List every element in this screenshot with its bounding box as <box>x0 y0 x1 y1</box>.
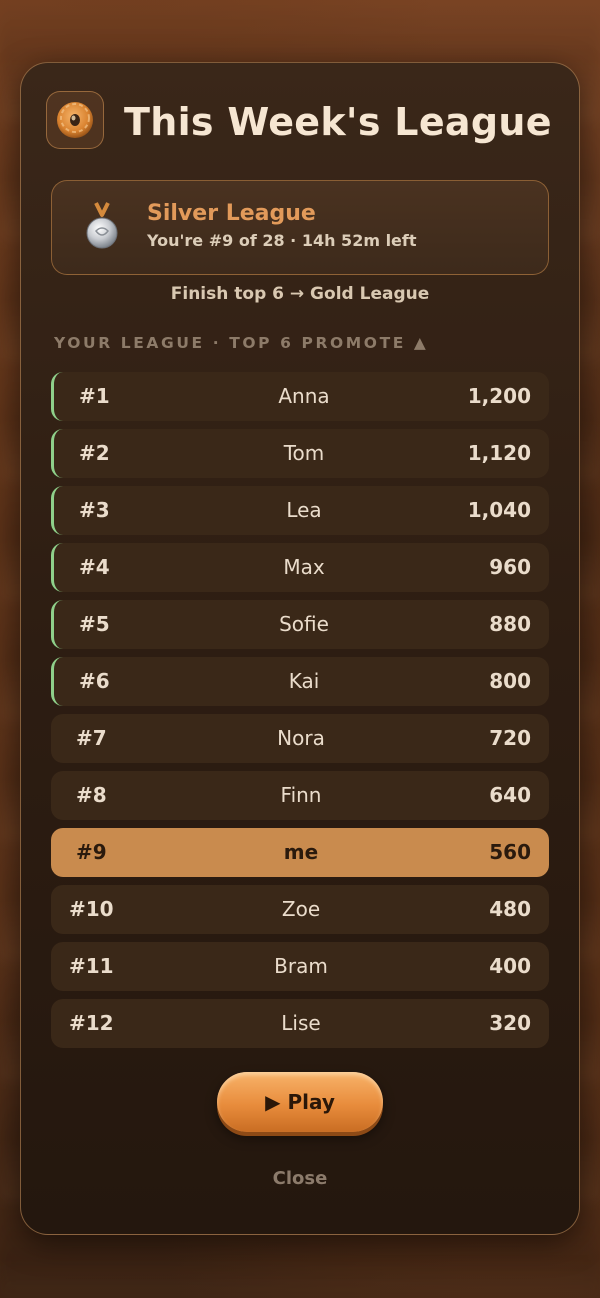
row-score: 800 <box>489 669 531 693</box>
leaderboard-row: #3 Lea 1,040 <box>51 486 549 535</box>
leaderboard-row: #1 Anna 1,200 <box>51 372 549 421</box>
row-rank: #11 <box>69 954 114 978</box>
row-rank: #2 <box>79 441 110 465</box>
row-player-name: Tom <box>283 441 325 465</box>
leaderboard-row: #10 Zoe 480 <box>51 885 549 934</box>
promotion-goal: Finish top 6 → Gold League <box>170 284 430 304</box>
row-score: 640 <box>489 783 531 807</box>
play-button[interactable]: ▶ Play <box>217 1072 383 1132</box>
row-rank: #5 <box>79 612 110 636</box>
row-score: 1,120 <box>467 441 531 465</box>
row-score: 400 <box>489 954 531 978</box>
row-rank: #6 <box>79 669 110 693</box>
row-rank: #3 <box>79 498 110 522</box>
row-player-name: Kai <box>288 669 320 693</box>
row-rank: #10 <box>69 897 114 921</box>
leaderboard-row: #11 Bram 400 <box>51 942 549 991</box>
row-player-name: Anna <box>278 384 330 408</box>
row-player-name: Sofie <box>279 612 329 636</box>
row-score: 480 <box>489 897 531 921</box>
row-rank: #9 <box>76 840 107 864</box>
leaderboard-row: #8 Finn 640 <box>51 771 549 820</box>
row-rank: #12 <box>69 1011 114 1035</box>
league-name: Silver League <box>147 201 316 226</box>
donut-icon <box>57 102 93 138</box>
row-player-name: Finn <box>280 783 322 807</box>
row-score: 320 <box>489 1011 531 1035</box>
leaderboard-row: #7 Nora 720 <box>51 714 549 763</box>
row-score: 1,200 <box>467 384 531 408</box>
row-player-name: Bram <box>274 954 328 978</box>
leaderboard-row: #12 Lise 320 <box>51 999 549 1048</box>
row-score: 1,040 <box>467 498 531 522</box>
league-rank-status: You're #9 of 28 · 14h 52m left <box>147 231 417 250</box>
row-rank: #1 <box>79 384 110 408</box>
row-rank: #4 <box>79 555 110 579</box>
row-player-name: Zoe <box>281 897 321 921</box>
row-score: 560 <box>489 840 531 864</box>
section-heading: YOUR LEAGUE · TOP 6 PROMOTE ▲ <box>54 334 429 352</box>
row-score: 880 <box>489 612 531 636</box>
row-player-name: Lea <box>286 498 322 522</box>
silver-medal-icon <box>86 202 118 249</box>
row-rank: #7 <box>76 726 107 750</box>
row-player-name: Max <box>283 555 325 579</box>
close-button[interactable]: Close <box>0 1168 600 1189</box>
row-score: 720 <box>489 726 531 750</box>
leaderboard-row: #4 Max 960 <box>51 543 549 592</box>
page-title: This Week's League <box>124 100 552 144</box>
row-player-name: Nora <box>277 726 325 750</box>
row-player-name: me <box>283 840 319 864</box>
league-icon-frame <box>46 91 104 149</box>
row-score: 960 <box>489 555 531 579</box>
leaderboard-row: #5 Sofie 880 <box>51 600 549 649</box>
league-status-card <box>51 180 549 275</box>
leaderboard-row: #6 Kai 800 <box>51 657 549 706</box>
row-rank: #8 <box>76 783 107 807</box>
leaderboard-row-me: #9 me 560 <box>51 828 549 877</box>
leaderboard-row: #2 Tom 1,120 <box>51 429 549 478</box>
row-player-name: Lise <box>281 1011 321 1035</box>
